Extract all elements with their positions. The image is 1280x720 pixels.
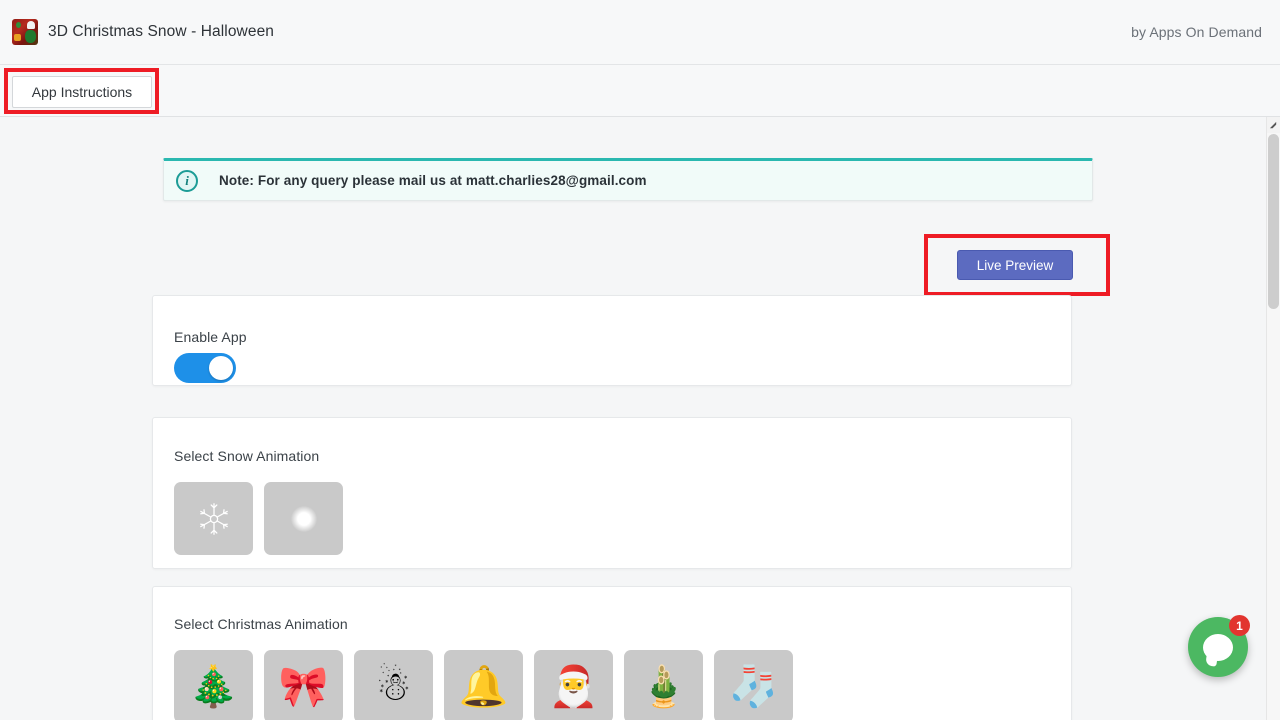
christmas-tile-ornament-ball[interactable]: 🎀 [264,650,343,720]
content-area: i Note: For any query please mail us at … [0,117,1266,720]
christmas-animation-tiles: 🎄 🎀 ☃ 🔔 🎅 🎍 🧦 [174,650,793,720]
stocking-icon: 🧦 [728,663,779,710]
page-title: 3D Christmas Snow - Halloween [48,23,275,40]
app-header-left: 3D Christmas Snow - Halloween [12,19,274,45]
christmas-tile-stocking[interactable]: 🧦 [714,650,793,720]
chat-widget-button[interactable]: 1 [1188,615,1250,677]
christmas-app-icon [12,19,38,45]
scroll-up-arrow-glyph [1269,121,1277,128]
snow-animation-tiles [174,482,343,555]
snow-dot-icon [290,505,317,532]
snow-animation-card: Select Snow Animation [152,417,1072,569]
snow-tile-dot[interactable] [264,482,343,555]
snow-tile-snowflake[interactable] [174,482,253,555]
tab-strip [0,65,1280,117]
note-banner: i Note: For any query please mail us at … [163,158,1093,201]
scrollbar-thumb[interactable] [1268,134,1279,309]
christmas-tile-santa-claus[interactable]: 🎅 [534,650,613,720]
christmas-tile-bells-holly[interactable]: 🔔 [444,650,523,720]
snowman-icon: ☃ [375,663,412,710]
tab-app-instructions[interactable]: App Instructions [12,76,152,108]
snowflake-icon [199,502,228,535]
christmas-animation-label: Select Christmas Animation [174,616,348,632]
toggle-knob [209,356,233,380]
note-text: Note: For any query please mail us at ma… [219,173,647,188]
bells-holly-icon: 🔔 [458,663,509,710]
info-circle-icon: i [176,169,198,192]
vertical-scrollbar[interactable] [1266,117,1280,720]
app-header: 3D Christmas Snow - Halloween by Apps On… [0,0,1280,65]
snow-animation-label: Select Snow Animation [174,448,320,464]
app-byline: by Apps On Demand [1131,24,1262,40]
chat-unread-badge: 1 [1229,615,1250,636]
live-preview-button[interactable]: Live Preview [957,250,1073,280]
scroll-up-icon[interactable] [1267,117,1280,133]
christmas-tile-christmas-tree[interactable]: 🎄 [174,650,253,720]
christmas-animation-card: Select Christmas Animation 🎄 🎀 ☃ 🔔 🎅 🎍 🧦 [152,586,1072,720]
christmas-tree-icon: 🎄 [188,663,239,710]
christmas-tile-snowman[interactable]: ☃ [354,650,433,720]
enable-app-card: Enable App [152,295,1072,386]
wreath-icon: 🎍 [638,663,689,710]
enable-app-label: Enable App [174,329,247,345]
christmas-tile-wreath[interactable]: 🎍 [624,650,703,720]
ornament-ball-icon: 🎀 [278,663,329,710]
chat-bubble-icon [1203,633,1233,661]
enable-app-toggle[interactable] [174,353,236,383]
santa-claus-icon: 🎅 [548,663,599,710]
